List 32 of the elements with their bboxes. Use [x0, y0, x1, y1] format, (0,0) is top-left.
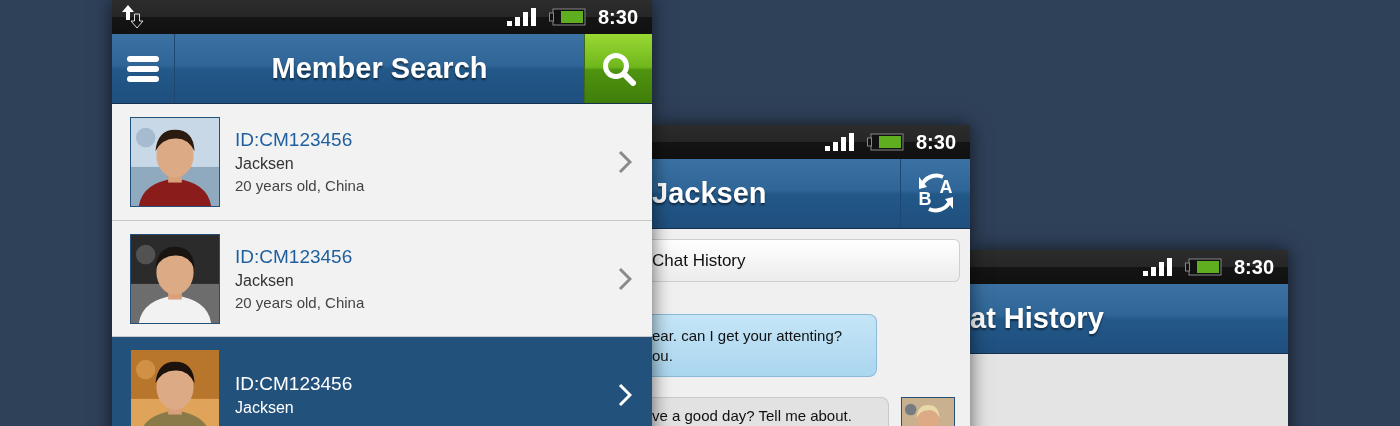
signal-icon: [1142, 258, 1173, 276]
screen-title: Jacksen: [652, 177, 767, 210]
member-name: Jacksen: [235, 272, 295, 290]
member-name: Jacksen: [235, 155, 295, 174]
member-id: ID:CM123456: [235, 373, 354, 396]
signal-icon: [824, 133, 855, 151]
member-id: ID:CM123456: [235, 129, 354, 152]
member-id: ID:CM123456: [235, 246, 354, 268]
signal-icon: [506, 8, 537, 26]
swap-arrows-icon: [917, 173, 955, 213]
member-name: Jacksen: [235, 399, 295, 418]
battery-icon: [1184, 258, 1222, 276]
screen-title: Member Search: [271, 52, 488, 85]
member-list-item[interactable]: ID:CM123456 Jacksen: [112, 337, 652, 426]
message-bubble: ve a good day? Tell me about.: [652, 397, 889, 426]
status-time: 8:30: [597, 5, 638, 29]
data-transfer-icon: [122, 5, 144, 29]
search-button[interactable]: [584, 34, 652, 103]
screen-title: at History: [970, 302, 1104, 335]
member-details: 20 years old, China: [235, 177, 366, 195]
battery-icon: [866, 133, 904, 151]
member-list-item[interactable]: ID:CM123456 Jacksen 20 years old, China: [112, 220, 652, 338]
status-time: 8:30: [1233, 255, 1274, 279]
search-icon: [601, 51, 636, 86]
member-details: 20 years old, China: [235, 294, 366, 311]
member-list-item[interactable]: ID:CM123456 Jacksen 20 years old, China: [112, 104, 652, 221]
translate-button[interactable]: B A: [900, 159, 970, 228]
chat-history-button[interactable]: Chat History: [652, 239, 960, 282]
message-bubble: ear. can I get your attenting? ou.: [652, 314, 877, 377]
menu-icon: [127, 55, 159, 82]
status-time: 8:30: [915, 130, 956, 154]
battery-icon: [548, 8, 586, 26]
